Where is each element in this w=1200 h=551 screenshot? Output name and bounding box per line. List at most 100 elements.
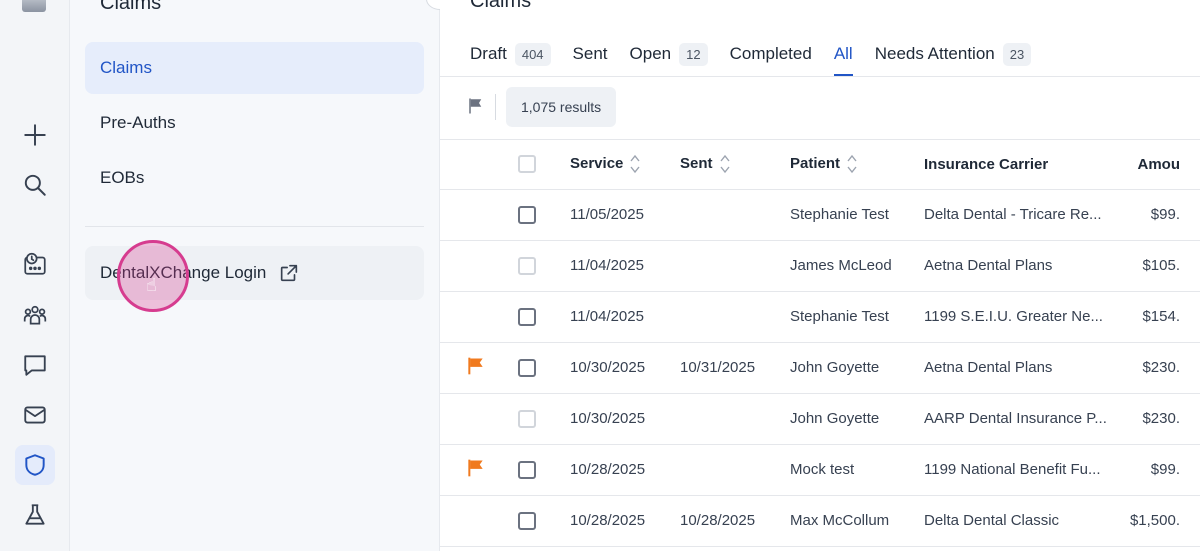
cell-sent-date: 10/28/2025 [680,495,790,547]
toolbar-divider [495,94,496,120]
cell-patient: Mock test [790,444,924,496]
row-flag-cell [440,495,510,547]
row-checkbox-cell [510,342,570,394]
tab-needs-attention[interactable]: Needs Attention 23 [875,32,1032,76]
column-header-insurance-carrier[interactable]: Insurance Carrier [924,140,1120,190]
claims-table-body: 11/05/2025 Stephanie Test Delta Dental - T… [440,189,1200,547]
row-checkbox[interactable] [518,460,536,479]
cell-amount: $154. [1120,291,1200,343]
cell-service-date: 11/04/2025 [570,240,680,292]
claims-tabs: Draft 404 Sent Open 12 Completed All Needs… [470,32,1053,76]
cell-amount: $230. [1120,393,1200,445]
dentalxchange-login-label: DentalXChange Login [100,263,267,282]
select-all-checkbox[interactable] [518,155,536,174]
app-logo [22,0,46,12]
row-checkbox-cell [510,495,570,547]
cell-insurance-carrier: Delta Dental - Tricare Re... [924,189,1120,241]
cell-sent-date [680,444,790,496]
row-flag-cell [440,240,510,292]
row-checkbox[interactable] [518,409,536,428]
row-checkbox[interactable] [518,358,536,377]
sort-icon [847,155,857,174]
tab-open[interactable]: Open 12 [630,32,708,76]
tab-sent[interactable]: Sent [573,32,608,76]
results-count: 1,075 results [506,87,617,127]
table-header-row: Service Sent Patient Insurance Carrier A… [440,140,1200,190]
cell-amount: $1,500. [1120,495,1200,547]
row-flag-cell [440,393,510,445]
row-checkbox-cell [510,444,570,496]
search-icon[interactable] [15,165,55,205]
row-checkbox-cell [510,189,570,241]
icon-rail [0,0,70,551]
cell-sent-date [680,393,790,445]
claims-main: Claims Draft 404 Sent Open 12 Completed Al… [440,0,1200,551]
cell-service-date: 11/05/2025 [570,189,680,241]
claims-table: Service Sent Patient Insurance Carrier A… [440,140,1200,547]
cell-patient: John Goyette [790,342,924,394]
cell-patient: Stephanie Test [790,189,924,241]
subnav-divider [85,226,424,227]
column-header-amount[interactable]: Amou [1120,140,1200,190]
cell-patient: John Goyette [790,393,924,445]
subnav-item-pre-auths[interactable]: Pre-Auths [85,97,424,149]
tab-count-badge: 12 [679,42,708,66]
table-row[interactable]: 11/05/2025 Stephanie Test Delta Dental - T… [440,189,1200,241]
tab-count-badge: 23 [1002,42,1032,66]
row-checkbox-cell [510,291,570,343]
cell-amount: $99. [1120,444,1200,496]
flask-icon[interactable] [15,495,55,535]
shield-icon[interactable] [15,445,55,485]
subnav-item-claims[interactable]: Claims [85,42,424,94]
row-flag-cell [440,189,510,241]
cell-patient: James McLeod [790,240,924,292]
table-row[interactable]: 10/30/2025 10/31/2025 John Goyette Aetna De… [440,342,1200,394]
table-row[interactable]: 11/04/2025 James McLeod Aetna Dental Plans… [440,240,1200,292]
cell-patient: Max McCollum [790,495,924,547]
flag-filter-icon[interactable] [467,97,485,120]
tab-count-badge: 404 [514,42,551,66]
table-row[interactable]: 10/30/2025 John Goyette AARP Dental Insura… [440,393,1200,445]
table-row[interactable]: 11/04/2025 Stephanie Test 1199 S.E.I.U. Gr… [440,291,1200,343]
cell-service-date: 10/28/2025 [570,444,680,496]
row-flag-cell [440,444,510,496]
flag-icon[interactable] [466,458,486,482]
sort-icon [719,155,730,174]
row-checkbox[interactable] [518,307,536,326]
subnav-item-eobs[interactable]: EOBs [85,152,424,204]
row-checkbox[interactable] [518,256,536,275]
column-header-service[interactable]: Service [570,140,680,190]
schedule-icon[interactable] [15,244,55,284]
chat-icon[interactable] [15,345,55,385]
cell-patient: Stephanie Test [790,291,924,343]
cell-sent-date: 10/31/2025 [680,342,790,394]
sort-icon [630,155,640,174]
tab-completed[interactable]: Completed [730,32,812,76]
header-flag-cell [440,140,510,190]
table-row[interactable]: 10/28/2025 10/28/2025 Max McCollum Delta De… [440,495,1200,547]
cell-insurance-carrier: Aetna Dental Plans [924,342,1120,394]
row-checkbox[interactable] [518,205,536,224]
tab-all[interactable]: All [833,32,853,76]
dentalxchange-login-link[interactable]: DentalXChange Login [85,246,424,300]
row-checkbox-cell [510,240,570,292]
cell-insurance-carrier: Aetna Dental Plans [924,240,1120,292]
claims-subnav: Claims Claims Pre-Auths EOBs DentalXChan… [70,0,440,551]
column-header-sent[interactable]: Sent [680,140,790,190]
row-checkbox[interactable] [518,511,536,530]
table-row[interactable]: 10/28/2025 Mock test 1199 National Benefit… [440,444,1200,496]
cell-service-date: 10/28/2025 [570,495,680,547]
cell-amount: $230. [1120,342,1200,394]
plus-icon[interactable] [15,115,55,155]
cell-sent-date [680,291,790,343]
flag-icon[interactable] [466,356,486,380]
column-header-patient[interactable]: Patient [790,140,924,190]
page-title: Claims [470,0,532,12]
people-icon[interactable] [15,295,55,335]
mail-icon[interactable] [15,395,55,435]
cell-service-date: 11/04/2025 [570,291,680,343]
cell-service-date: 10/30/2025 [570,342,680,394]
row-flag-cell [440,342,510,394]
cell-insurance-carrier: AARP Dental Insurance P... [924,393,1120,445]
tab-draft[interactable]: Draft 404 [470,32,551,76]
